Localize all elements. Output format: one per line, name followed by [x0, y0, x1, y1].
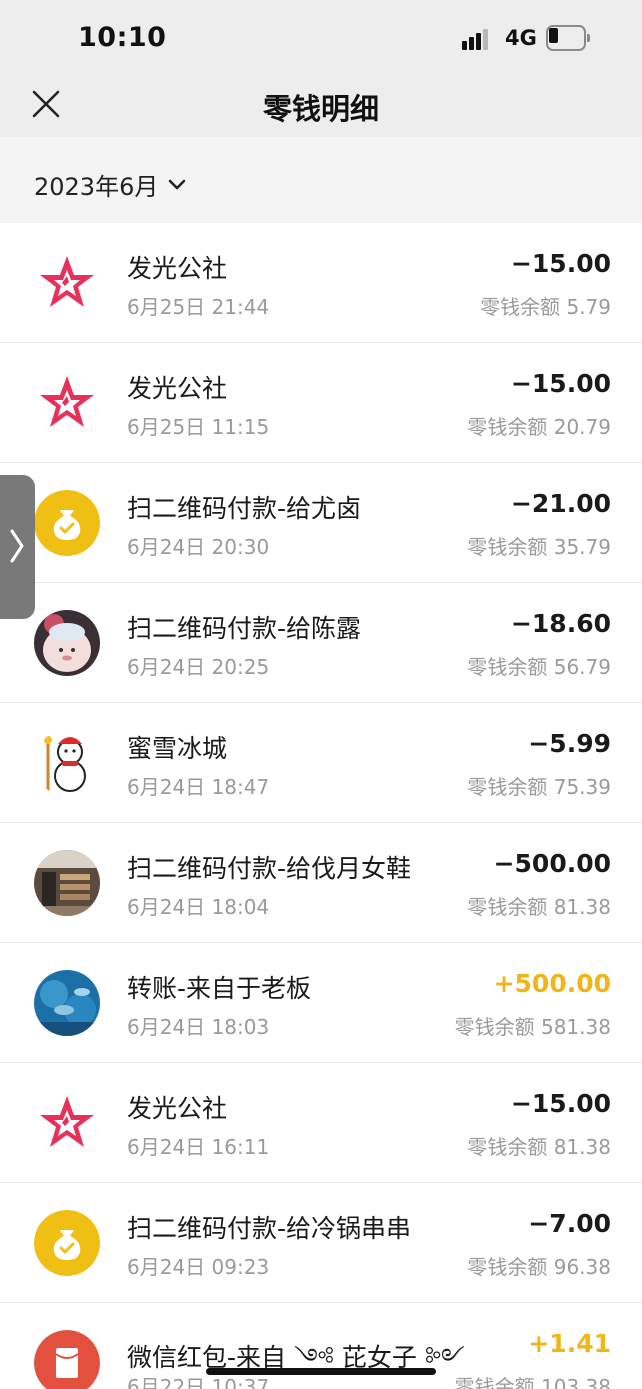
- transaction-time: 6月24日 20:25: [127, 655, 270, 679]
- balance-after: 零钱余额 96.38: [467, 1255, 611, 1279]
- transaction-time: 6月24日 20:30: [127, 535, 270, 559]
- transaction-title: 扫二维码付款-给尤卤: [127, 494, 362, 523]
- merchant-avatar: [34, 1090, 100, 1156]
- transaction-time: 6月24日 18:47: [127, 775, 270, 799]
- side-drawer-handle[interactable]: [0, 475, 35, 619]
- balance-after: 零钱余额 581.38: [454, 1015, 611, 1039]
- page-title: 零钱明细: [262, 92, 379, 126]
- transaction-title: 转账-来自于老板: [127, 974, 312, 1003]
- balance-after: 零钱余额 81.38: [467, 895, 611, 919]
- battery-icon: [546, 25, 590, 51]
- merchant-avatar: [34, 970, 100, 1036]
- balance-after: 零钱余额 81.38: [467, 1135, 611, 1159]
- merchant-avatar: [34, 610, 100, 676]
- transaction-time: 6月24日 18:03: [127, 1015, 270, 1039]
- signal-strength-icon: [462, 28, 496, 50]
- transaction-title: 发光公社: [127, 1094, 228, 1123]
- transaction-time: 6月25日 11:15: [127, 415, 270, 439]
- transaction-amount: −500.00: [493, 849, 611, 878]
- transaction-amount: −15.00: [510, 369, 611, 398]
- merchant-avatar: [34, 730, 100, 796]
- month-label: 2023年6月: [34, 173, 159, 201]
- balance-after: 零钱余额 20.79: [467, 415, 611, 439]
- chevron-right-icon: [10, 529, 24, 563]
- transaction-title: 发光公社: [127, 374, 228, 403]
- transaction-row[interactable]: 发光公社 6月25日 11:15 −15.00 零钱余额 20.79: [0, 343, 642, 463]
- merchant-avatar: [34, 370, 100, 436]
- transaction-row[interactable]: 扫二维码付款-给尤卤 6月24日 20:30 −21.00 零钱余额 35.79: [0, 463, 642, 583]
- chevron-down-icon: [169, 179, 186, 189]
- transaction-title: 蜜雪冰城: [127, 734, 228, 763]
- transaction-amount: +1.41: [528, 1329, 611, 1358]
- transaction-row[interactable]: 发光公社 6月24日 16:11 −15.00 零钱余额 81.38: [0, 1063, 642, 1183]
- balance-after: 零钱余额 75.39: [467, 775, 611, 799]
- transaction-time: 6月24日 09:23: [127, 1255, 270, 1279]
- transaction-list: 发光公社 6月25日 21:44 −15.00 零钱余额 5.79 发光公社 6月25日 …: [0, 223, 642, 1389]
- transaction-row[interactable]: 蜜雪冰城 6月24日 18:47 −5.99 零钱余额 75.39: [0, 703, 642, 823]
- transaction-amount: −18.60: [510, 609, 611, 638]
- transaction-amount: −15.00: [510, 1089, 611, 1118]
- network-type: 4G: [505, 26, 537, 50]
- merchant-avatar: [34, 250, 100, 316]
- transaction-title: 扫二维码付款-给伐月女鞋: [127, 854, 412, 883]
- transaction-row[interactable]: 转账-来自于老板 6月24日 18:03 +500.00 零钱余额 581.38: [0, 943, 642, 1063]
- month-picker[interactable]: 2023年6月: [34, 167, 186, 202]
- merchant-avatar: [34, 1330, 100, 1389]
- transaction-time: 6月25日 21:44: [127, 295, 270, 319]
- merchant-avatar: [34, 1210, 100, 1276]
- transaction-time: 6月24日 18:04: [127, 895, 270, 919]
- transaction-title: 扫二维码付款-给冷锅串串: [127, 1214, 412, 1243]
- transaction-amount: −15.00: [510, 249, 611, 278]
- merchant-avatar: [34, 490, 100, 556]
- transaction-row[interactable]: 微信红包-来自 ༺ 芘女子 ༻ 6月22日 10:37 +1.41 零钱余额 103.…: [0, 1303, 642, 1389]
- transaction-title: 扫二维码付款-给陈露: [127, 614, 362, 643]
- home-indicator: [206, 1368, 436, 1375]
- transaction-time: 6月24日 16:11: [127, 1135, 270, 1159]
- nav-bar: 零钱明细: [0, 70, 642, 137]
- merchant-avatar: [34, 850, 100, 916]
- balance-after: 零钱余额 56.79: [467, 655, 611, 679]
- status-time: 10:10: [78, 22, 167, 53]
- transaction-row[interactable]: 扫二维码付款-给陈露 6月24日 20:25 −18.60 零钱余额 56.79: [0, 583, 642, 703]
- balance-after: 零钱余额 5.79: [480, 295, 611, 319]
- balance-after: 零钱余额 35.79: [467, 535, 611, 559]
- transaction-title: 发光公社: [127, 254, 228, 283]
- status-bar: 10:10 4G: [0, 0, 642, 70]
- transaction-amount: −21.00: [510, 489, 611, 518]
- transaction-row[interactable]: 发光公社 6月25日 21:44 −15.00 零钱余额 5.79: [0, 223, 642, 343]
- transaction-amount: −7.00: [528, 1209, 611, 1238]
- transaction-amount: −5.99: [528, 729, 611, 758]
- month-filter-bar: 2023年6月: [0, 137, 642, 223]
- balance-after: 零钱余额 103.38: [454, 1375, 611, 1389]
- transaction-row[interactable]: 扫二维码付款-给伐月女鞋 6月24日 18:04 −500.00 零钱余额 81.38: [0, 823, 642, 943]
- transaction-row[interactable]: 扫二维码付款-给冷锅串串 6月24日 09:23 −7.00 零钱余额 96.38: [0, 1183, 642, 1303]
- transaction-amount: +500.00: [493, 969, 611, 998]
